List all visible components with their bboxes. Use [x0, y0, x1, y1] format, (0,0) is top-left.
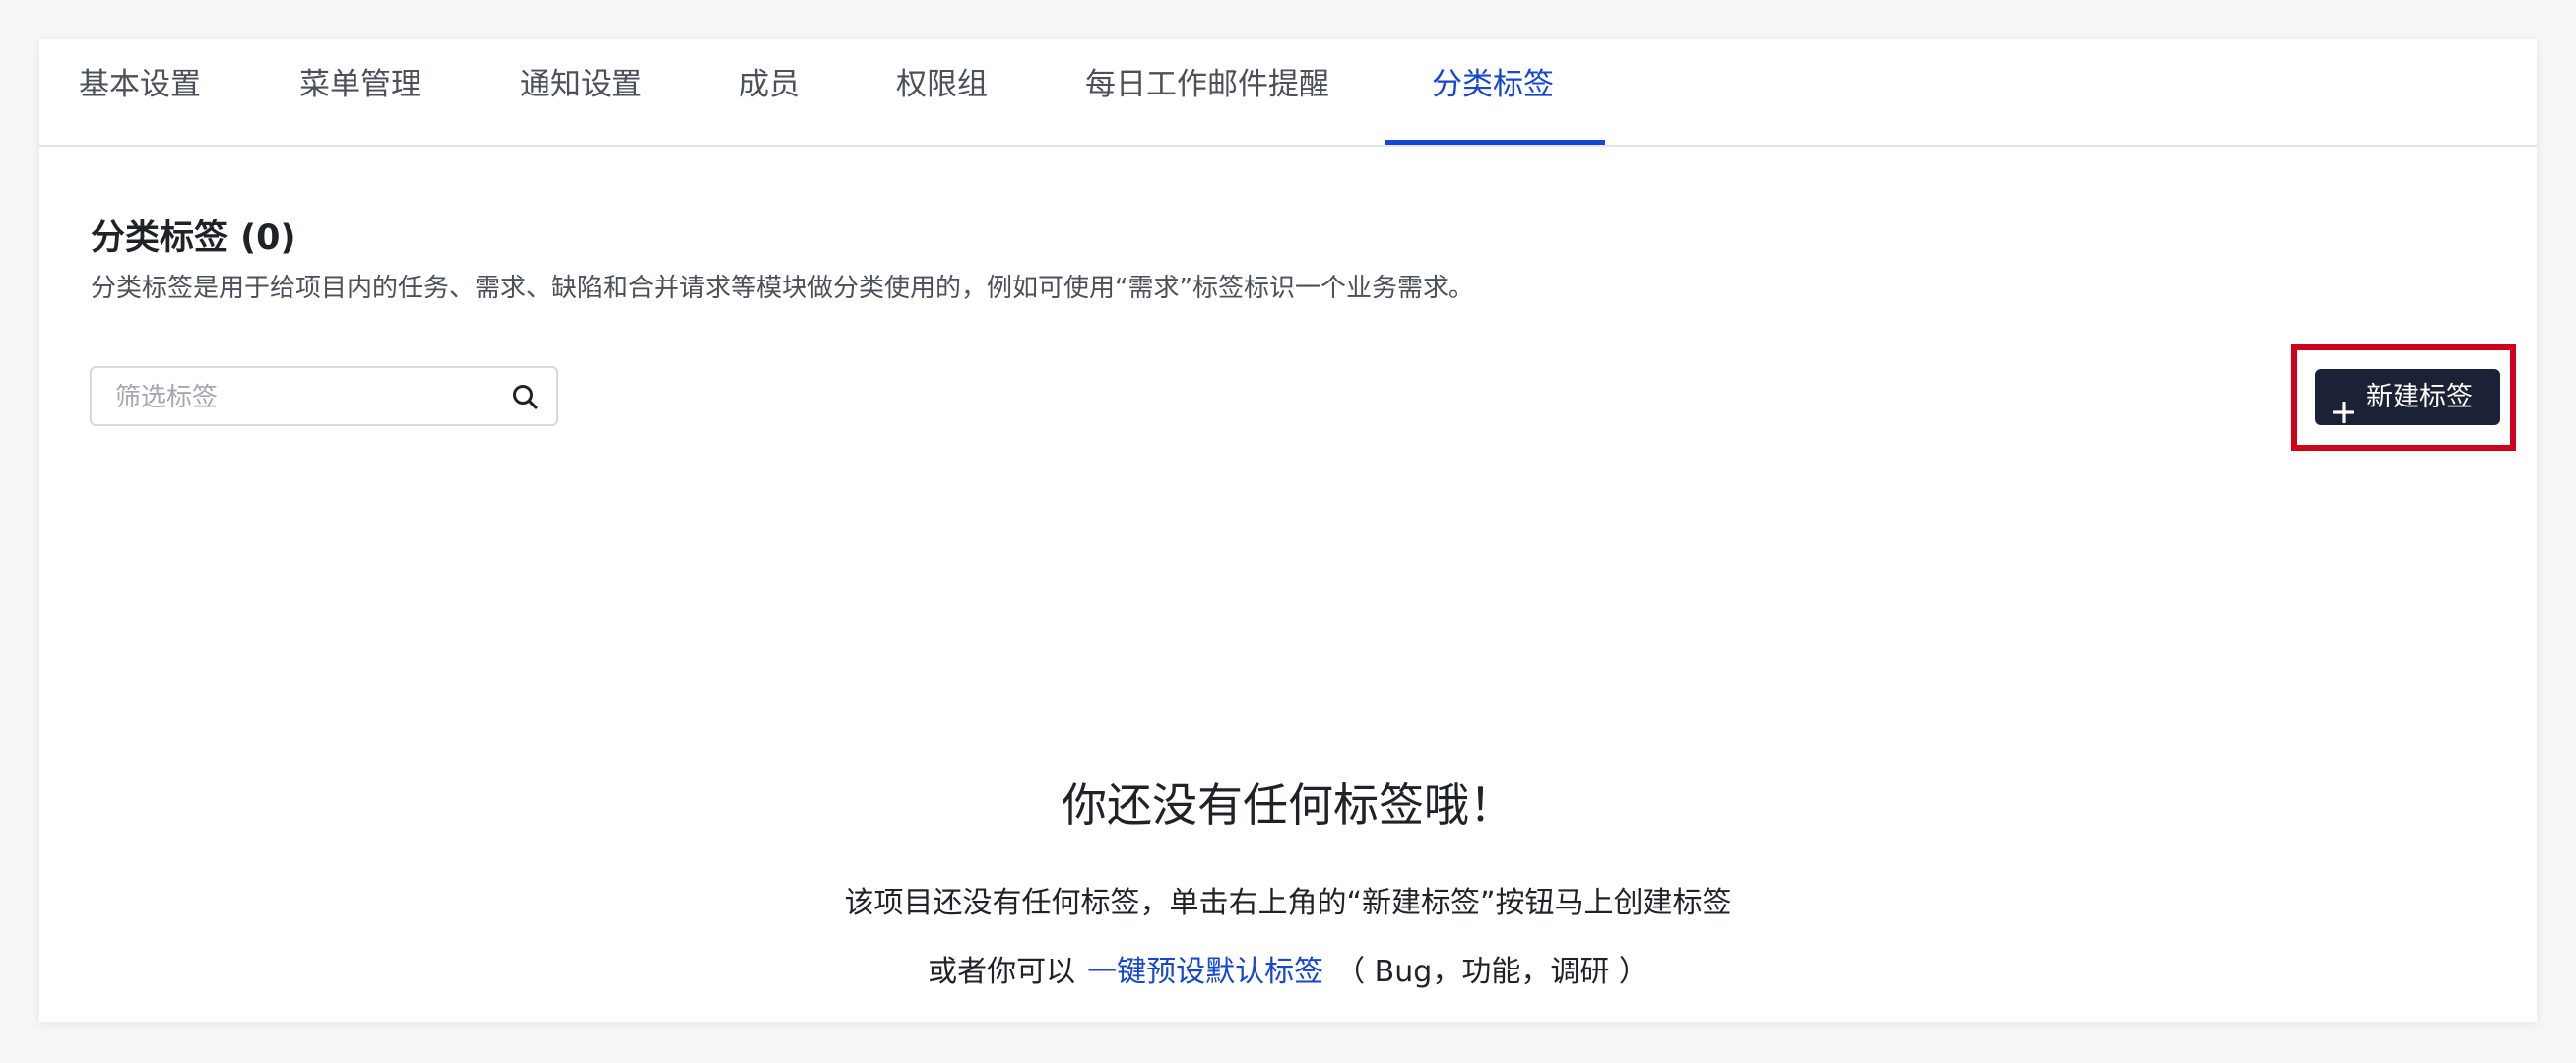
- tab-notification-settings[interactable]: 通知设置: [520, 67, 642, 145]
- settings-tabs: 基本设置 菜单管理 通知设置 成员 权限组 每日工作邮件提醒 分类标签: [39, 39, 2537, 147]
- empty-state-alternative: 或者你可以 一键预设默认标签 （ Bug，功能，调研 ）: [39, 947, 2537, 990]
- search-icon[interactable]: [511, 383, 539, 410]
- tab-members[interactable]: 成员: [739, 67, 800, 145]
- tab-basic-settings[interactable]: 基本设置: [79, 67, 201, 145]
- empty-state-title: 你还没有任何标签哦！: [1062, 779, 1514, 832]
- tab-menu-management[interactable]: 菜单管理: [299, 67, 421, 145]
- tab-category-labels[interactable]: 分类标签: [1432, 67, 1554, 145]
- section-description: 分类标签是用于给项目内的任务、需求、缺陷和合并请求等模块做分类使用的，例如可使用…: [91, 274, 1474, 303]
- section-title: 分类标签 (0): [91, 219, 296, 258]
- tab-permission-groups[interactable]: 权限组: [896, 67, 988, 145]
- new-label-button[interactable]: 新建标签: [2315, 369, 2500, 425]
- preset-default-labels-link[interactable]: 一键预设默认标签: [1087, 955, 1323, 989]
- empty-alt-prefix: 或者你可以: [928, 955, 1076, 989]
- plus-icon: [2332, 387, 2355, 424]
- new-label-button-label: 新建标签: [2366, 382, 2473, 412]
- empty-alt-suffix: （ Bug，功能，调研 ）: [1335, 955, 1648, 989]
- active-tab-indicator: [1385, 140, 1605, 145]
- settings-card: 基本设置 菜单管理 通知设置 成员 权限组 每日工作邮件提醒 分类标签 分类标签…: [39, 39, 2537, 1022]
- label-filter-input[interactable]: [113, 368, 491, 426]
- tab-daily-email-reminder[interactable]: 每日工作邮件提醒: [1085, 67, 1329, 145]
- label-filter: [90, 366, 558, 426]
- empty-state-description: 该项目还没有任何标签，单击右上角的“新建标签”按钮马上创建标签: [844, 886, 1732, 920]
